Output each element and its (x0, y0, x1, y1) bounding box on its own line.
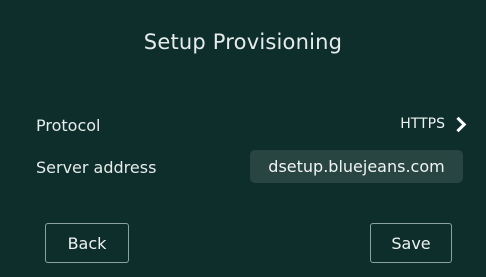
server-address-value: dsetup.bluejeans.com (268, 157, 445, 176)
chevron-right-icon (450, 116, 467, 133)
protocol-label: Protocol (36, 116, 101, 135)
protocol-value: HTTPS (400, 116, 445, 132)
protocol-selector[interactable]: HTTPS (400, 116, 467, 133)
setup-provisioning-screen: Setup Provisioning Protocol HTTPS Server… (0, 0, 486, 277)
back-button[interactable]: Back (45, 223, 129, 263)
server-address-field[interactable]: dsetup.bluejeans.com (250, 150, 463, 183)
page-title: Setup Provisioning (143, 30, 343, 54)
save-button[interactable]: Save (370, 223, 452, 263)
server-address-label: Server address (36, 158, 157, 177)
